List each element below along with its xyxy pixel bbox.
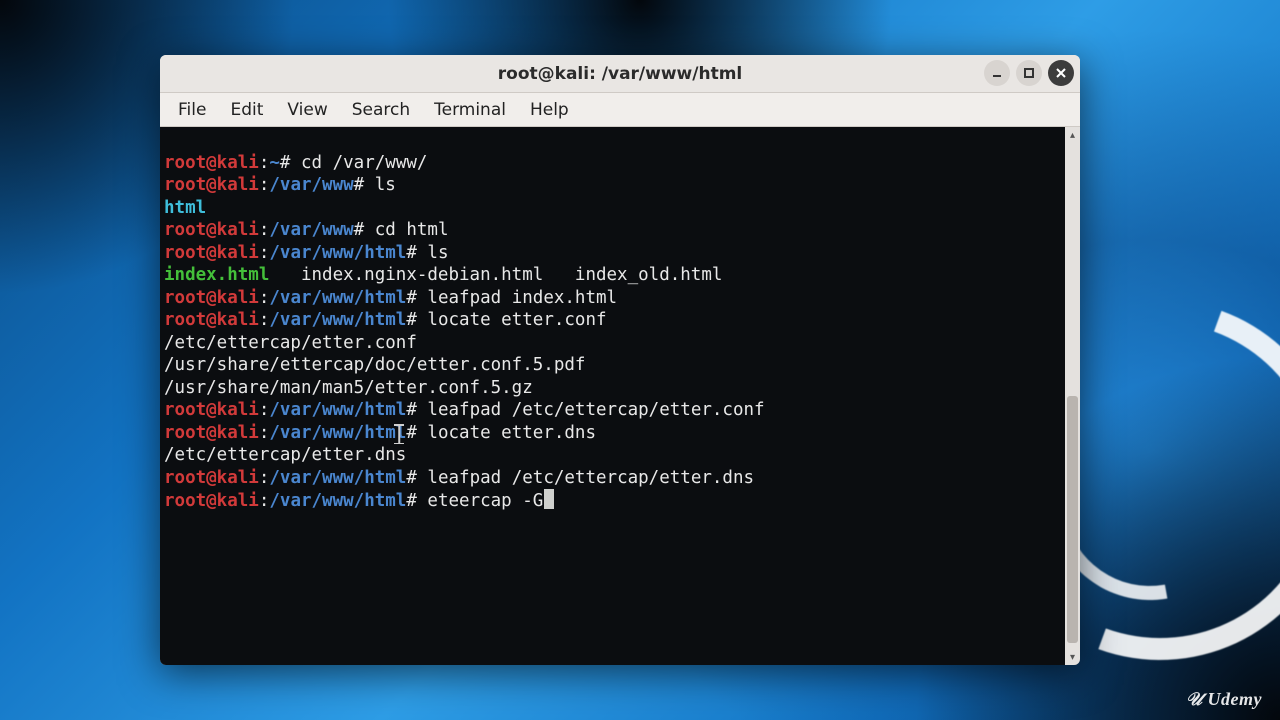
- cmd-text: cd html: [375, 220, 449, 240]
- cmd-text: ls: [427, 243, 448, 263]
- menu-terminal[interactable]: Terminal: [426, 96, 514, 124]
- menu-help[interactable]: Help: [522, 96, 577, 124]
- window-title: root@kali: /var/www/html: [160, 64, 1080, 84]
- menu-search[interactable]: Search: [344, 96, 418, 124]
- prompt-sep: :: [259, 468, 270, 488]
- prompt-path: /var/www/html: [269, 400, 406, 420]
- prompt-userhost: root@kali: [164, 175, 259, 195]
- maximize-button[interactable]: [1016, 60, 1042, 86]
- prompt-userhost: root@kali: [164, 288, 259, 308]
- output-line: /usr/share/man/man5/etter.conf.5.gz: [164, 378, 533, 398]
- prompt-hash: #: [280, 153, 301, 173]
- prompt-sep: :: [259, 288, 270, 308]
- prompt-path: /var/www/html: [269, 288, 406, 308]
- prompt-sep: :: [259, 220, 270, 240]
- prompt-sep: :: [259, 243, 270, 263]
- output-line: /etc/ettercap/etter.dns: [164, 445, 406, 465]
- cmd-text: locate etter.conf: [427, 310, 606, 330]
- prompt-hash: #: [406, 423, 427, 443]
- scroll-thumb[interactable]: [1067, 396, 1078, 643]
- prompt-userhost: root@kali: [164, 153, 259, 173]
- prompt-hash: #: [406, 243, 427, 263]
- terminal-scrollbar[interactable]: ▴ ▾: [1065, 127, 1080, 665]
- prompt-path: ~: [269, 153, 280, 173]
- prompt-userhost: root@kali: [164, 491, 259, 511]
- prompt-userhost: root@kali: [164, 423, 259, 443]
- cmd-text: leafpad /etc/ettercap/etter.conf: [427, 400, 764, 420]
- close-button[interactable]: [1048, 60, 1074, 86]
- ls-output-file: index.html: [164, 265, 269, 285]
- prompt-sep: :: [259, 175, 270, 195]
- prompt-path: /var/www/html: [269, 423, 406, 443]
- cmd-text: eteercap -G: [427, 491, 543, 511]
- minimize-button[interactable]: [984, 60, 1010, 86]
- prompt-path: /var/www/html: [269, 243, 406, 263]
- scroll-up-icon[interactable]: ▴: [1065, 127, 1080, 143]
- scroll-down-icon[interactable]: ▾: [1065, 649, 1080, 665]
- prompt-sep: :: [259, 310, 270, 330]
- ls-output-dir: html: [164, 198, 206, 218]
- window-titlebar[interactable]: root@kali: /var/www/html: [160, 55, 1080, 93]
- prompt-hash: #: [354, 175, 375, 195]
- menu-view[interactable]: View: [279, 96, 335, 124]
- prompt-path: /var/www: [269, 175, 353, 195]
- prompt-path: /var/www: [269, 220, 353, 240]
- cmd-text: leafpad /etc/ettercap/etter.dns: [427, 468, 754, 488]
- prompt-hash: #: [354, 220, 375, 240]
- maximize-icon: [1022, 66, 1036, 80]
- prompt-path: /var/www/html: [269, 468, 406, 488]
- prompt-path: /var/www/html: [269, 310, 406, 330]
- prompt-hash: #: [406, 468, 427, 488]
- terminal-body-wrap: root@kali:~# cd /var/www/ root@kali:/var…: [160, 127, 1080, 665]
- prompt-userhost: root@kali: [164, 220, 259, 240]
- ls-output-file: [543, 265, 575, 285]
- prompt-hash: #: [406, 288, 427, 308]
- cmd-text: locate etter.dns: [427, 423, 596, 443]
- terminal-cursor: [544, 489, 554, 509]
- ls-output-file: index.nginx-debian.html: [301, 265, 543, 285]
- cmd-text: ls: [375, 175, 396, 195]
- output-line: /usr/share/ettercap/doc/etter.conf.5.pdf: [164, 355, 585, 375]
- prompt-userhost: root@kali: [164, 400, 259, 420]
- udemy-watermark: 𝒰 Udemy: [1186, 689, 1262, 710]
- prompt-sep: :: [259, 491, 270, 511]
- terminal-output[interactable]: root@kali:~# cd /var/www/ root@kali:/var…: [160, 127, 1065, 665]
- prompt-hash: #: [406, 491, 427, 511]
- prompt-sep: :: [259, 400, 270, 420]
- ls-output-file: [269, 265, 301, 285]
- prompt-hash: #: [406, 400, 427, 420]
- prompt-sep: :: [259, 423, 270, 443]
- output-line: /etc/ettercap/etter.conf: [164, 333, 417, 353]
- prompt-path: /var/www/html: [269, 491, 406, 511]
- prompt-userhost: root@kali: [164, 243, 259, 263]
- cmd-text: leafpad index.html: [427, 288, 617, 308]
- minimize-icon: [990, 66, 1004, 80]
- menu-edit[interactable]: Edit: [222, 96, 271, 124]
- cmd-text: cd /var/www/: [301, 153, 427, 173]
- ls-output-file: index_old.html: [575, 265, 723, 285]
- terminal-window: root@kali: /var/www/html File Edit View …: [160, 55, 1080, 665]
- prompt-userhost: root@kali: [164, 310, 259, 330]
- udemy-watermark-text: Udemy: [1208, 689, 1262, 709]
- window-controls: [984, 60, 1074, 86]
- menubar: File Edit View Search Terminal Help: [160, 93, 1080, 127]
- menu-file[interactable]: File: [170, 96, 214, 124]
- prompt-hash: #: [406, 310, 427, 330]
- prompt-userhost: root@kali: [164, 468, 259, 488]
- prompt-sep: :: [259, 153, 270, 173]
- close-icon: [1054, 66, 1068, 80]
